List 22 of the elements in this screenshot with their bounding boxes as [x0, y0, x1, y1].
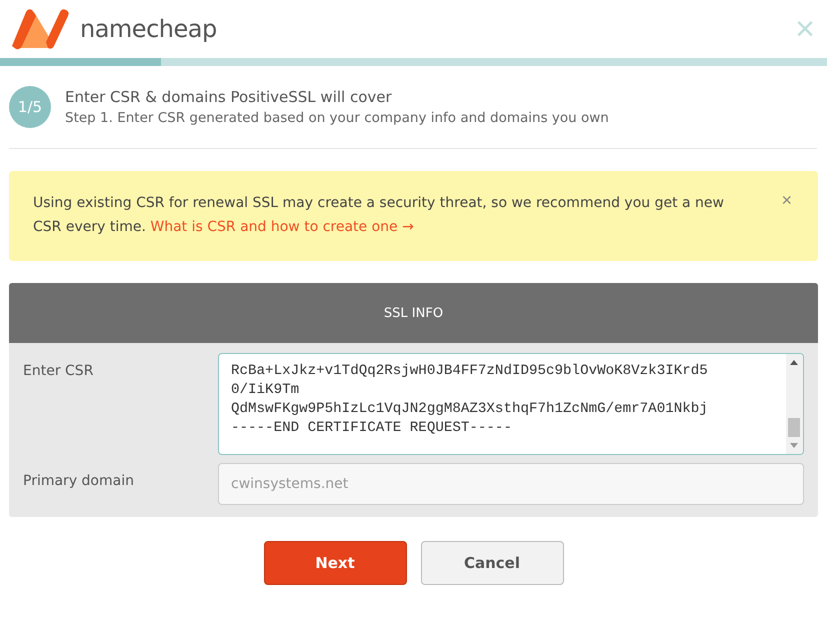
csr-text-line: QdMswFKgw9P5hIzLc1VqJN2ggM8AZ3XsthqF7h1ZcNmG/emr7A01Nkbj: [231, 400, 709, 419]
scroll-down-icon[interactable]: [790, 443, 798, 448]
csr-text-area[interactable]: RcBa+LxJkz+v1TdQq2RsjwH0JB4FF7zNdID95c9blOvWoK8Vzk3IKrd5 0/IiK9Tm QdMswFKgw9P5hIzLc1VqJN2ggM8AZ3XsthqF7h1ZcNmG/emr7A01Nkbj -----END CERTIFICATE REQUEST-----: [218, 353, 804, 455]
step-title: Enter CSR & domains PositiveSSL will cover: [65, 88, 393, 106]
panel-header: SSL INFO: [9, 283, 818, 343]
cancel-button[interactable]: Cancel: [420, 541, 564, 585]
scroll-up-icon[interactable]: [790, 360, 798, 365]
csr-text-line: 0/IiK9Tm: [231, 381, 300, 400]
logo-text: namecheap: [80, 15, 217, 43]
next-button[interactable]: Next: [264, 541, 406, 585]
csr-text-line: -----END CERTIFICATE REQUEST-----: [231, 419, 513, 438]
help-link[interactable]: What is CSR and how to create one →: [150, 219, 414, 235]
alert-message: Using existing CSR for renewal SSL may create a security threat, so we recommend you get a new CSR every time. What is CSR and how to create one →: [33, 194, 725, 237]
scroll-thumb[interactable]: [788, 418, 800, 437]
field-label: Enter CSR: [23, 362, 94, 379]
close-button[interactable]: ×: [781, 191, 792, 209]
csr-text-line: RcBa+LxJkz+v1TdQq2RsjwH0JB4FF7zNdID95c9blOvWoK8Vzk3IKrd5: [231, 362, 709, 381]
field-label: Primary domain: [23, 472, 135, 489]
domain-input[interactable]: cwinsystems.net: [218, 463, 804, 505]
step-badge: 1/5: [9, 86, 51, 128]
step-subtitle: Step 1. Enter CSR generated based on your company info and domains you own: [65, 110, 609, 126]
scrollbar[interactable]: [786, 354, 803, 454]
